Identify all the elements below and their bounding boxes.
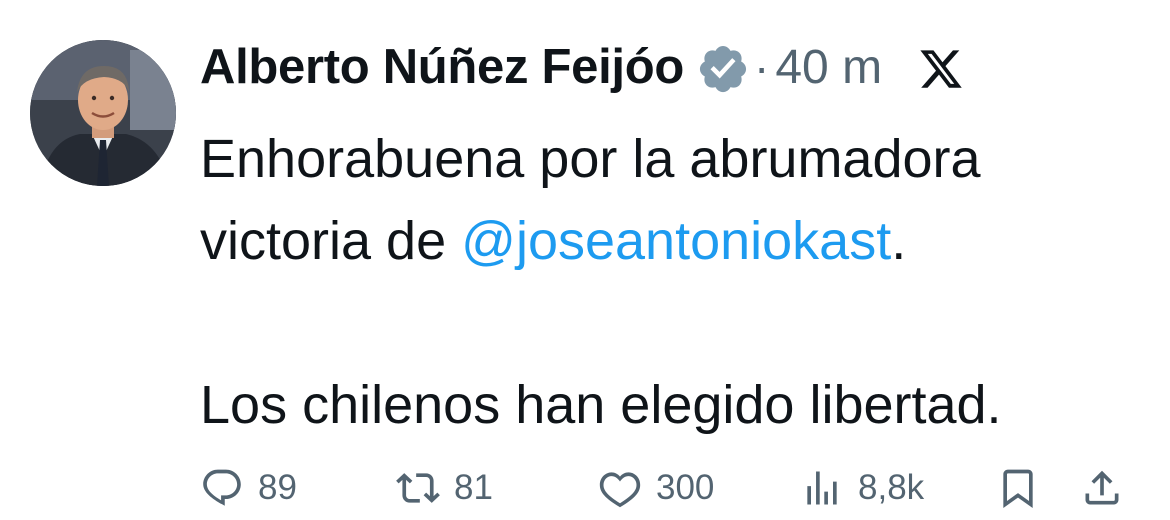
tweet-text-suffix: . [891,211,907,271]
reply-icon [203,469,241,506]
share-icon [1085,470,1119,505]
repost-count: 81 [454,468,493,507]
tweet-timestamp[interactable]: 40 m [775,40,882,95]
author-name[interactable]: Alberto Núñez Feijóo [200,39,684,95]
like-button[interactable]: 300 [598,460,714,516]
tweet-text-line-3: Los chilenos han elegido libertad. [200,375,1002,435]
tweet-text-prefix: victoria de [200,211,462,271]
tweet-text-line-1: Enhorabuena por la abrumadora [200,129,981,189]
repost-button[interactable]: 81 [396,460,493,516]
views-icon [807,471,837,505]
heart-icon [599,472,641,508]
views-button[interactable]: 8,8k [800,460,924,516]
views-count: 8,8k [858,468,925,507]
reply-count: 89 [258,468,297,507]
x-logo-icon [920,50,962,88]
tweet-header: Alberto Núñez Feijóo · 40 m [200,36,1150,98]
author-avatar[interactable] [30,40,176,186]
bookmark-button[interactable] [996,460,1040,516]
header-separator: · [754,41,770,93]
verified-badge-icon [699,45,747,93]
share-button[interactable] [1080,460,1124,516]
like-count: 300 [656,468,715,507]
reply-button[interactable]: 89 [200,460,297,516]
repost-icon [396,473,440,503]
bookmark-icon [1003,469,1033,509]
mention-link[interactable]: @joseantoniokast [461,211,891,271]
avatar-photo [30,40,176,186]
tweet-text: Enhorabuena por la abrumadora victoria d… [200,118,1150,446]
tweet-text-line-2: victoria de @joseantoniokast. [200,200,1150,282]
tweet-actions: 89 81 300 8,8k [200,460,1150,516]
